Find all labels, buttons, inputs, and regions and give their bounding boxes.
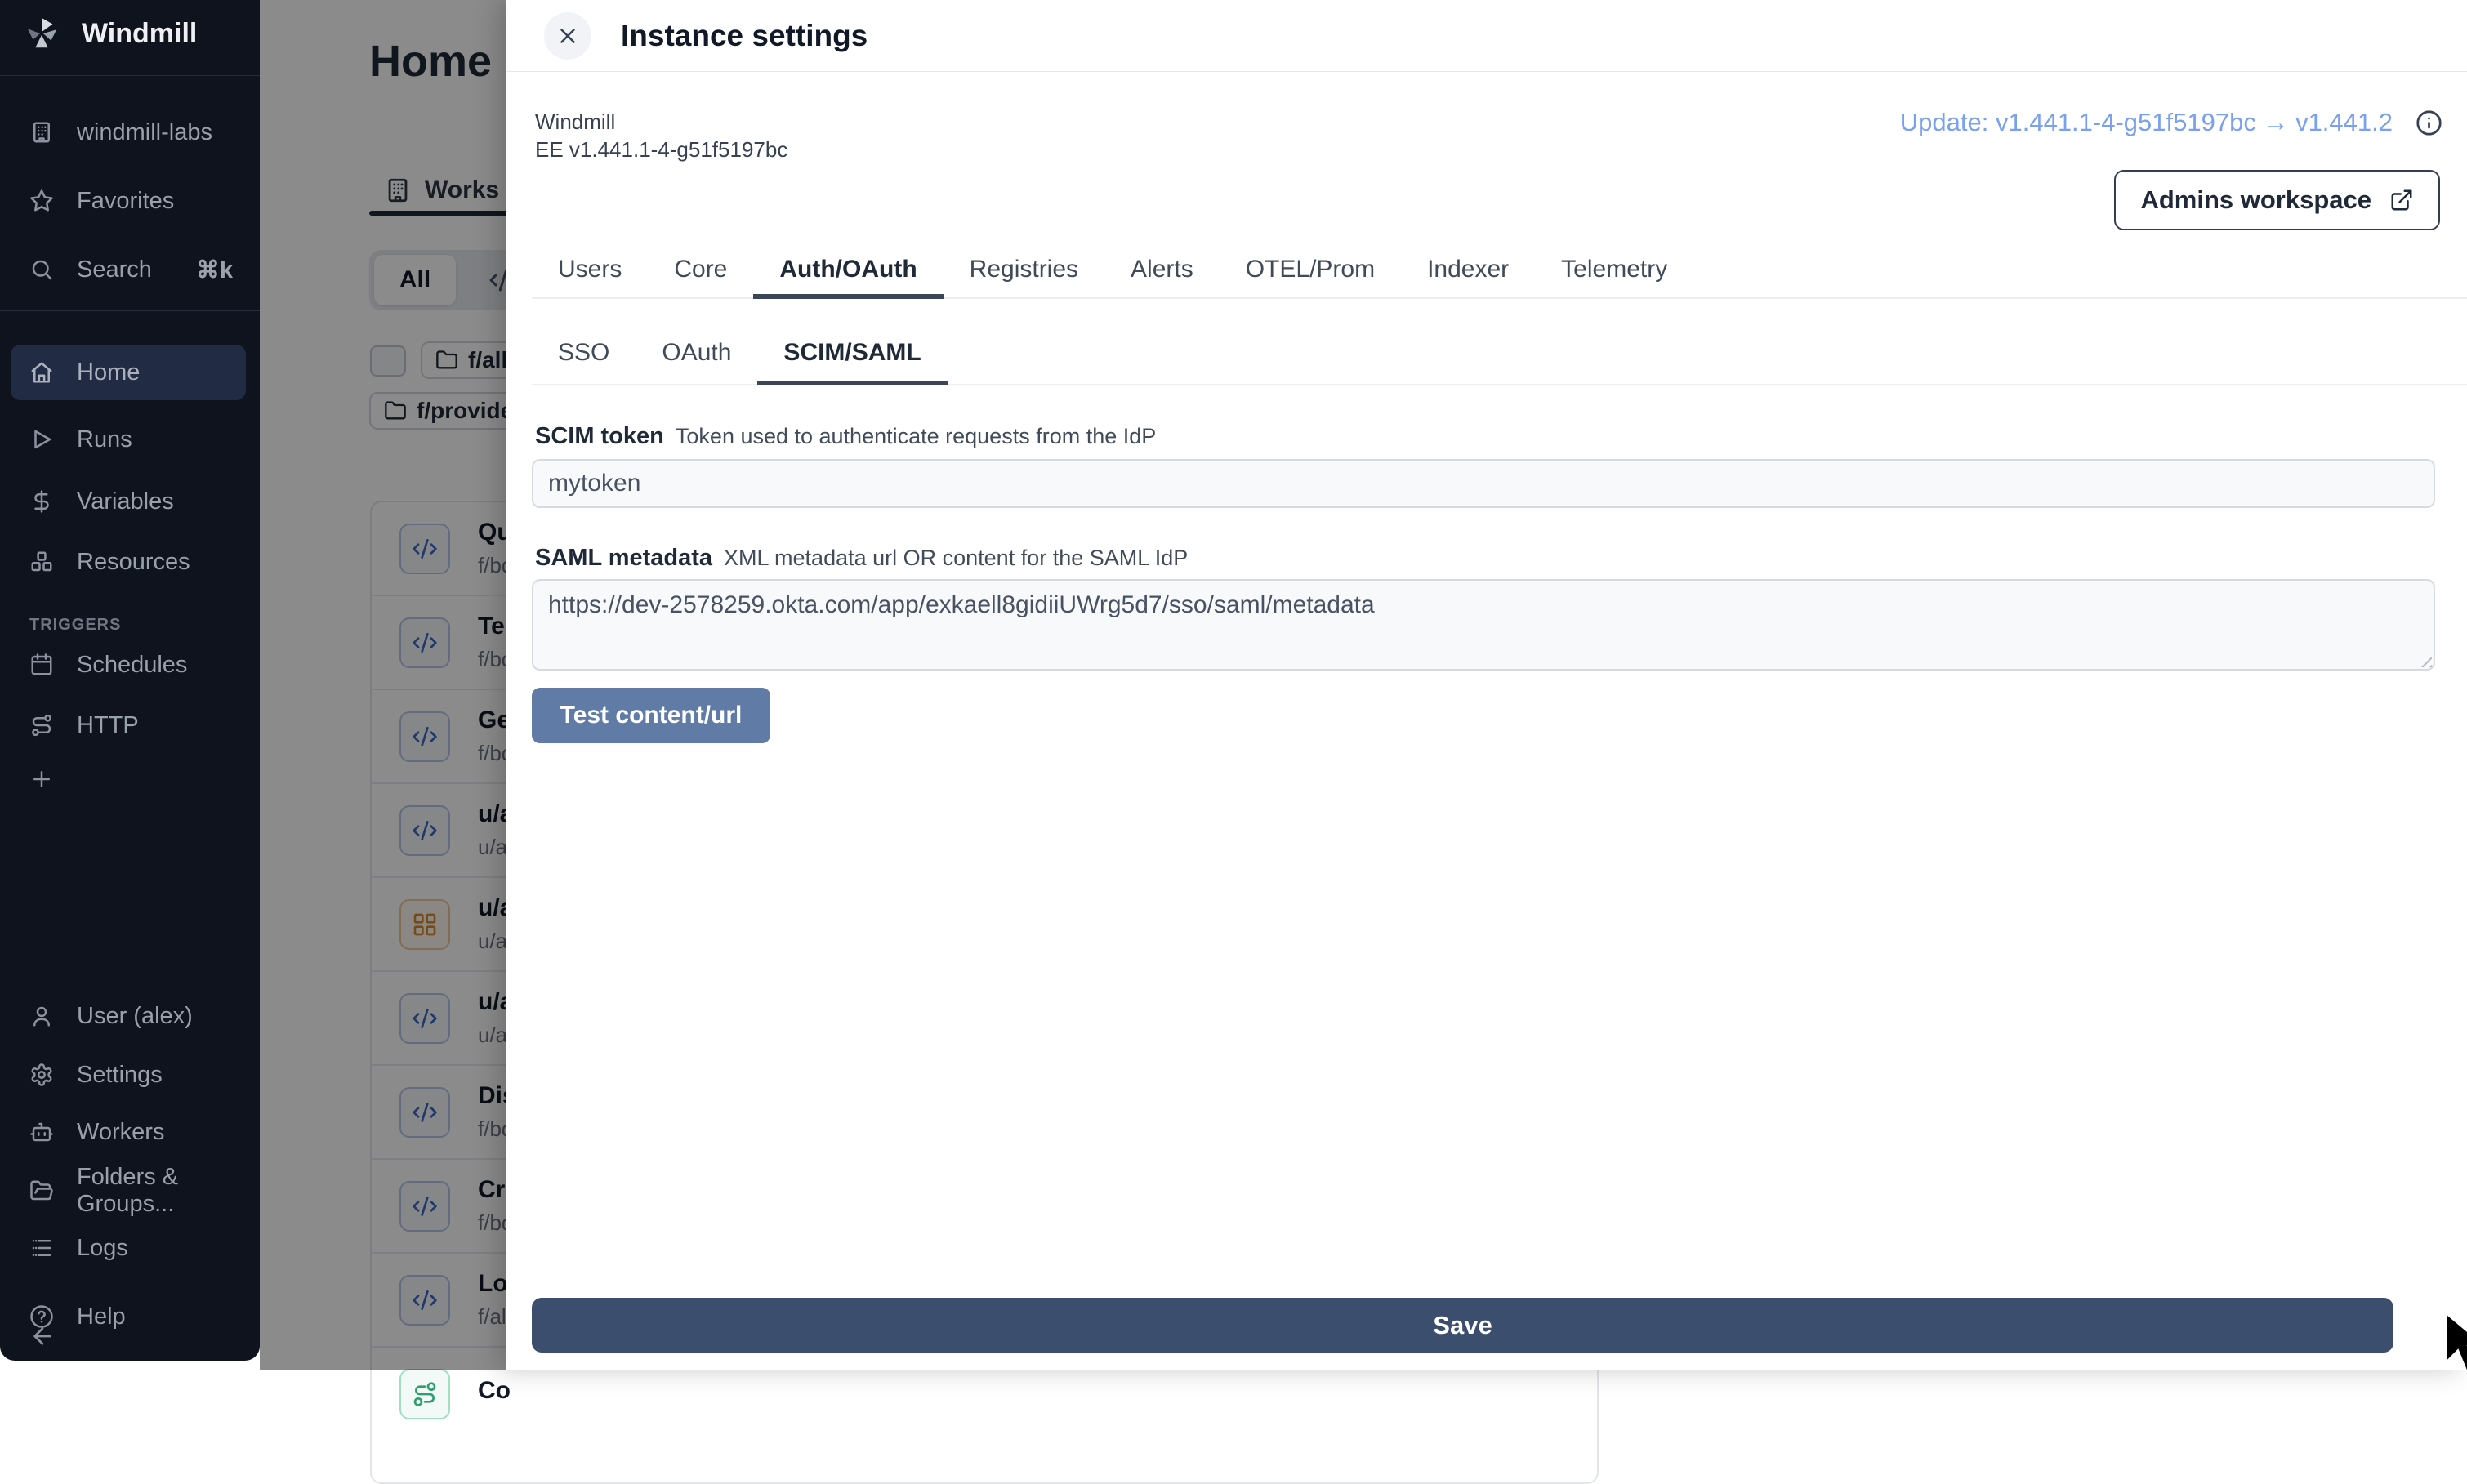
home-icon (29, 360, 54, 385)
sidebar-add-trigger[interactable] (0, 761, 260, 797)
subtab-sso[interactable]: SSO (532, 338, 636, 384)
sidebar-item-user[interactable]: User (alex) (0, 998, 260, 1034)
mouse-cursor (2446, 1313, 2467, 1379)
update-version-link[interactable]: Update: v1.441.1-4-g51f5197bc → v1.441.2 (1900, 108, 2393, 137)
tab-auth-oauth[interactable]: Auth/OAuth (753, 255, 943, 297)
divider (506, 71, 2467, 72)
sidebar-item-favorites[interactable]: Favorites (0, 183, 260, 219)
search-icon (29, 257, 54, 282)
flow-icon (399, 1369, 450, 1419)
gear-icon (29, 1063, 54, 1087)
building-icon (29, 120, 54, 145)
sidebar-item-logs[interactable]: Logs (0, 1230, 260, 1266)
sidebar-item-schedules[interactable]: Schedules (0, 647, 260, 683)
instance-settings-drawer: Instance settings Windmill EE v1.441.1-4… (506, 0, 2467, 1370)
close-button[interactable] (544, 12, 591, 60)
close-icon (555, 24, 580, 48)
test-content-url-button[interactable]: Test content/url (532, 688, 770, 743)
tab-otel-prom[interactable]: OTEL/Prom (1220, 255, 1401, 297)
scim-token-label: SCIM token Token used to authenticate re… (535, 423, 1156, 450)
sidebar-item-home[interactable]: Home (0, 354, 260, 390)
sidebar-item-label: Folders & Groups... (77, 1164, 260, 1218)
boxes-icon (29, 550, 54, 574)
divider (0, 310, 260, 311)
sidebar-item-workspace[interactable]: windmill-labs (0, 114, 260, 150)
subtab-scim-saml[interactable]: SCIM/SAML (757, 338, 947, 384)
sidebar-item-settings[interactable]: Settings (0, 1057, 260, 1093)
sidebar-item-label: Variables (77, 488, 174, 515)
sidebar-item-label: Runs (77, 426, 132, 453)
user-icon (29, 1004, 54, 1028)
scim-token-input[interactable] (532, 459, 2435, 508)
sidebar-item-runs[interactable]: Runs (0, 421, 260, 457)
windmill-logo-icon (23, 15, 60, 52)
sidebar-item-label: windmill-labs (77, 119, 212, 146)
tab-registries[interactable]: Registries (944, 255, 1104, 297)
external-link-icon (2389, 188, 2414, 212)
subtab-oauth[interactable]: OAuth (636, 338, 757, 384)
tab-alerts[interactable]: Alerts (1104, 255, 1220, 297)
sidebar-item-label: Resources (77, 549, 190, 576)
admins-workspace-label: Admins workspace (2140, 185, 2371, 215)
star-icon (29, 189, 54, 213)
product-name: Windmill (535, 108, 787, 136)
auth-subtabs: SSO OAuth SCIM/SAML (532, 338, 2467, 385)
calendar-icon (29, 653, 54, 677)
instance-version: Windmill EE v1.441.1-4-g51f5197bc (535, 108, 787, 163)
sidebar-item-label: Favorites (77, 188, 174, 215)
search-shortcut: ⌘k (196, 256, 233, 284)
sidebar-item-label: Home (77, 359, 140, 386)
sidebar-item-label: Schedules (77, 652, 187, 679)
settings-tabs: Users Core Auth/OAuth Registries Alerts … (532, 255, 2467, 299)
tab-indexer[interactable]: Indexer (1401, 255, 1535, 297)
info-icon[interactable] (2416, 109, 2442, 136)
plus-icon (29, 767, 54, 791)
saml-metadata-label: SAML metadata XML metadata url OR conten… (535, 545, 1188, 572)
list-icon (29, 1236, 54, 1260)
arrow-left-icon (29, 1323, 56, 1349)
brand[interactable]: Windmill (23, 15, 197, 52)
saml-metadata-textarea[interactable]: https://dev-2578259.okta.com/app/exkaell… (532, 579, 2435, 671)
tab-core[interactable]: Core (648, 255, 753, 297)
app-title: Windmill (82, 18, 197, 50)
route-icon (29, 713, 54, 738)
sidebar-item-label: HTTP (77, 712, 139, 739)
drawer-title: Instance settings (621, 12, 868, 60)
sidebar-item-folders-groups[interactable]: Folders & Groups... (0, 1173, 260, 1209)
version-string: EE v1.441.1-4-g51f5197bc (535, 136, 787, 163)
sidebar-item-resources[interactable]: Resources (0, 544, 260, 580)
collapse-sidebar-button[interactable] (0, 1318, 260, 1354)
dollar-icon (29, 489, 54, 514)
sidebar-item-label: Settings (77, 1062, 163, 1089)
folder-open-icon (29, 1179, 54, 1203)
sidebar-item-label: Search (77, 256, 152, 283)
sidebar-item-label: User (alex) (77, 1003, 193, 1030)
tab-users[interactable]: Users (532, 255, 648, 297)
sidebar-item-variables[interactable]: Variables (0, 484, 260, 519)
sidebar-item-workers[interactable]: Workers (0, 1114, 260, 1150)
sidebar-item-label: Logs (77, 1235, 128, 1262)
divider (0, 75, 260, 76)
sidebar-item-http[interactable]: HTTP (0, 707, 260, 743)
sidebar-item-search[interactable]: Search ⌘k (0, 252, 260, 287)
sidebar: Windmill windmill-labs Favorites Search … (0, 0, 260, 1361)
bot-icon (29, 1120, 54, 1144)
save-button[interactable]: Save (532, 1298, 2393, 1353)
sidebar-item-label: Workers (77, 1119, 164, 1146)
play-icon (29, 427, 54, 452)
triggers-heading: TRIGGERS (29, 616, 121, 635)
tab-telemetry[interactable]: Telemetry (1535, 255, 1693, 297)
admins-workspace-button[interactable]: Admins workspace (2114, 170, 2440, 230)
